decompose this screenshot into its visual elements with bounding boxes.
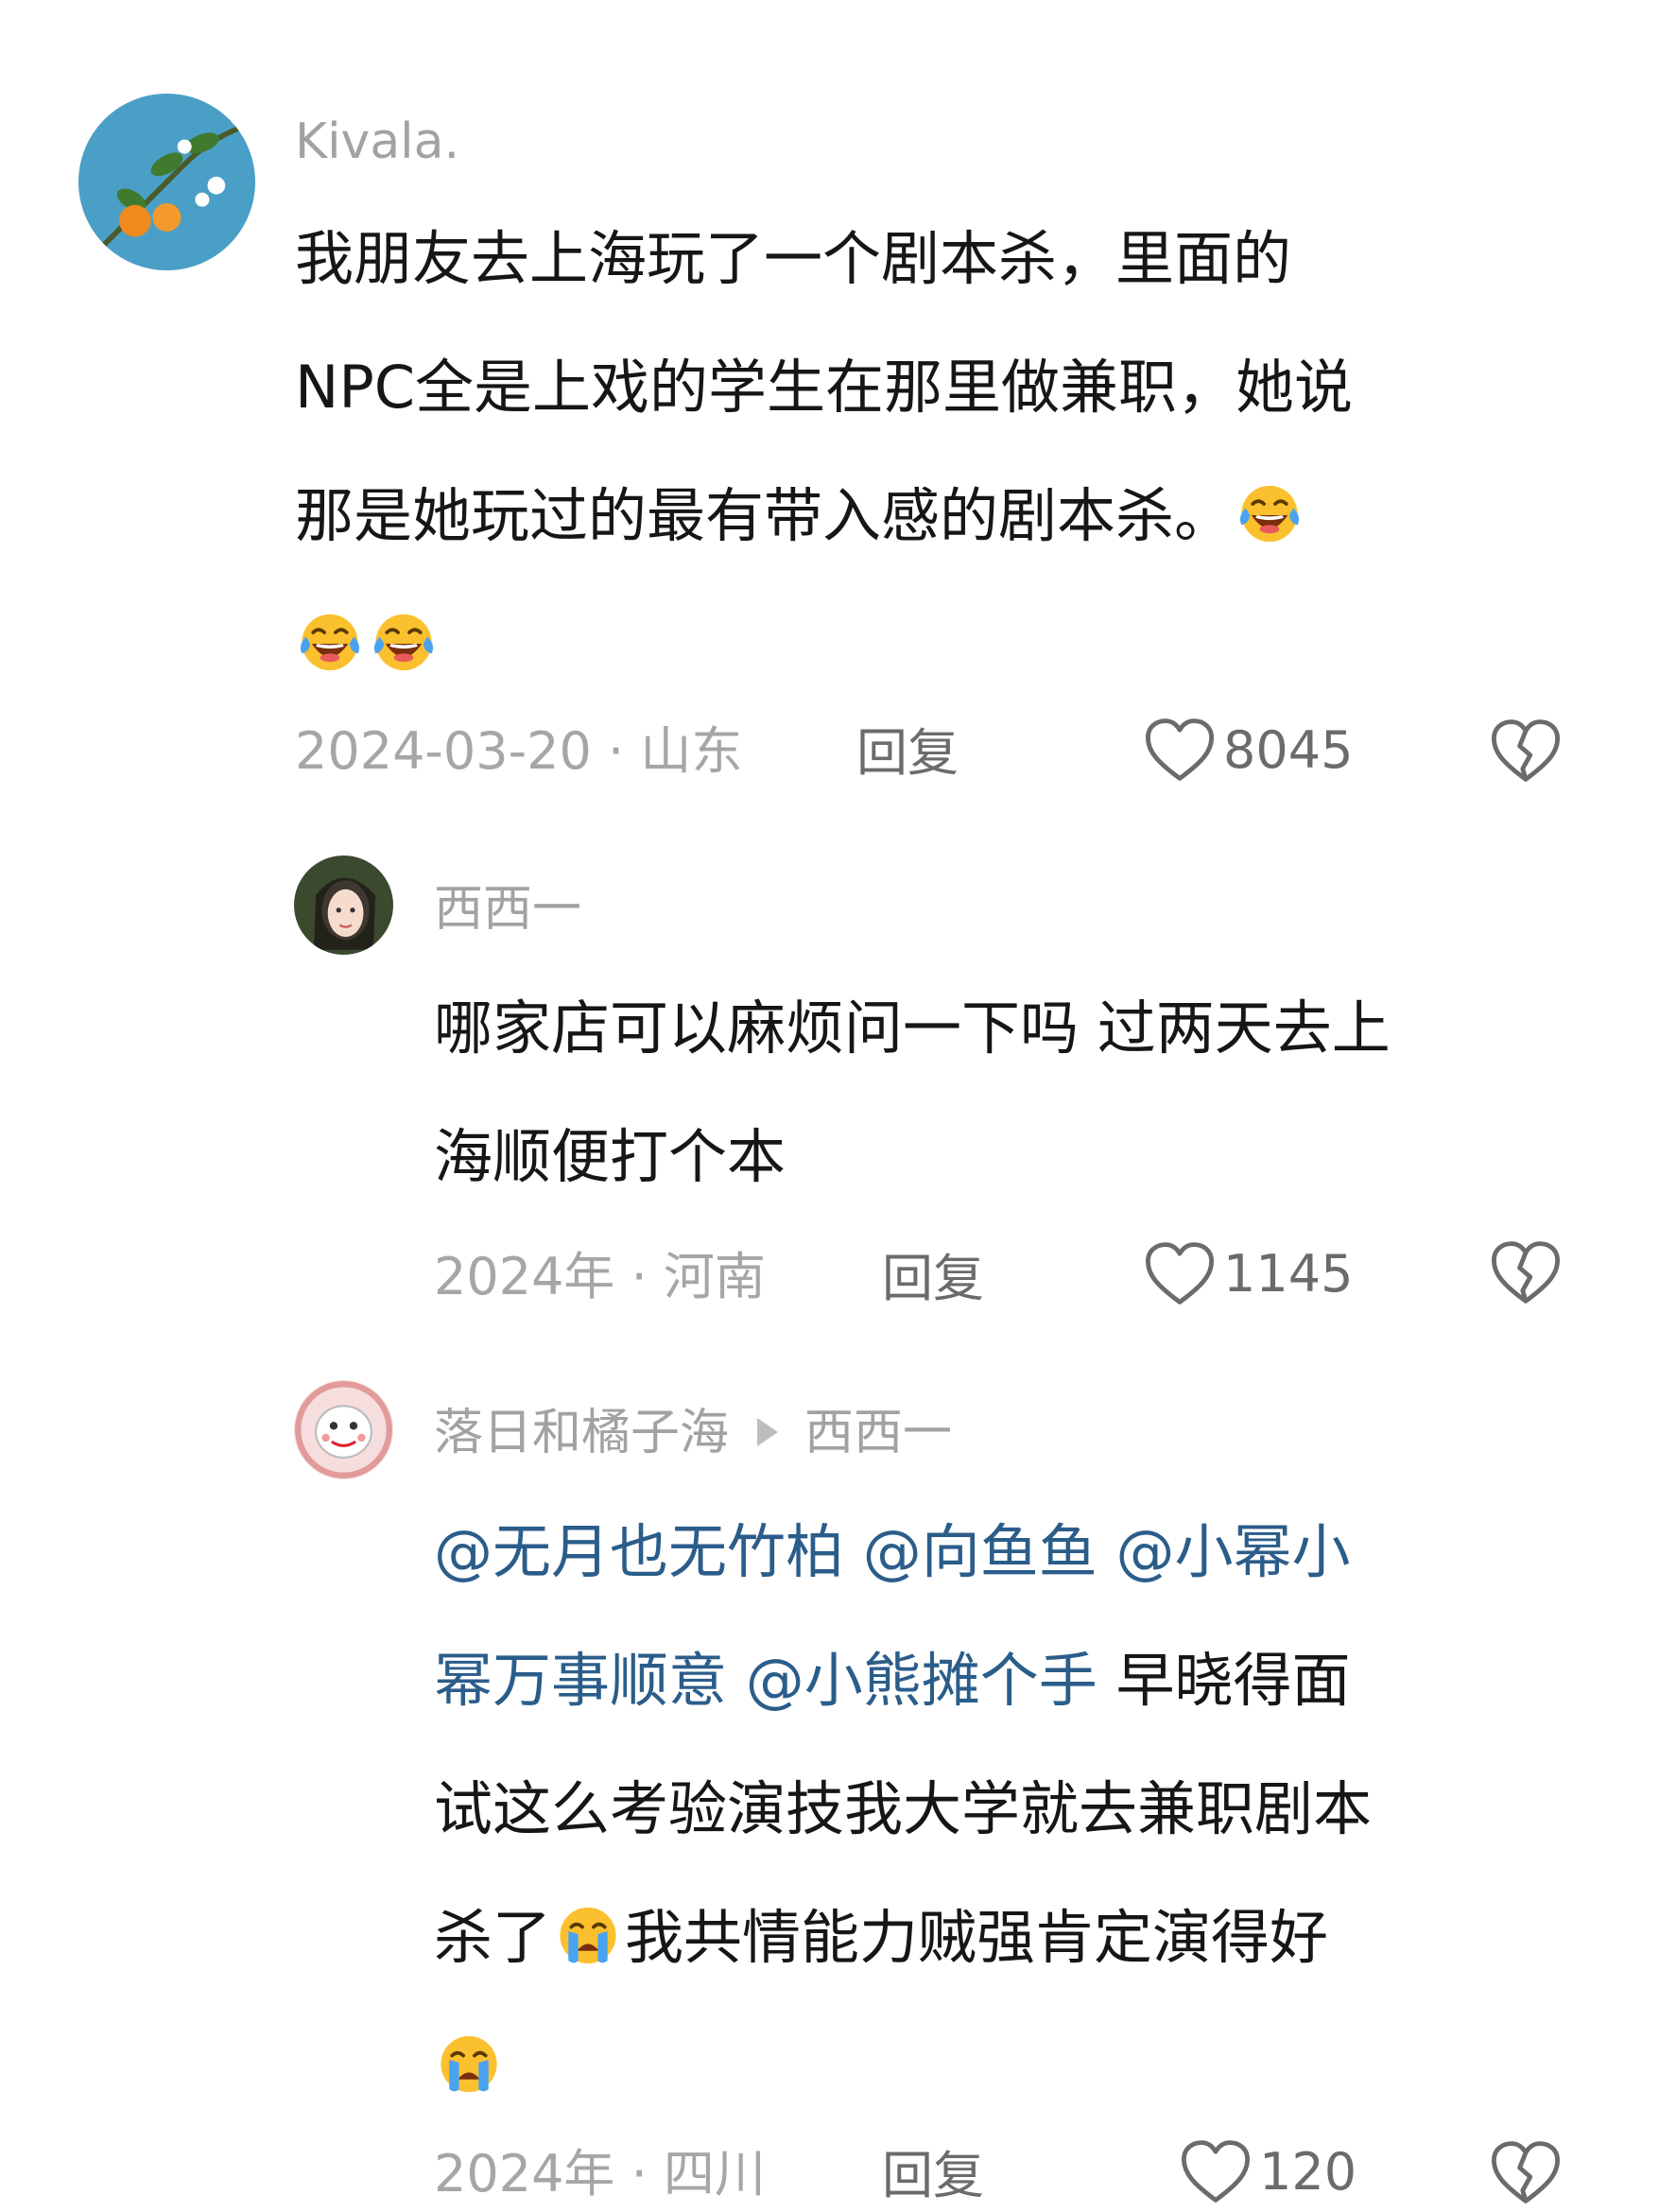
laughing-tears-emoji-icon: [369, 606, 439, 676]
comment-username[interactable]: 西西一: [434, 879, 581, 940]
comment-line: 早晓得面: [1097, 1646, 1351, 1715]
broken-heart-icon[interactable]: [1488, 1236, 1564, 1308]
comment-meta: 2024-03-20 · 山东: [295, 721, 743, 781]
like-button[interactable]: 1145: [1142, 1240, 1353, 1306]
crying-emoji-icon: [434, 2028, 504, 2098]
crying-emoji-icon: [553, 1899, 623, 1969]
reply-to-username[interactable]: 西西一: [804, 1405, 952, 1461]
mention-link[interactable]: 幂万事顺意: [434, 1646, 727, 1715]
broken-heart-icon[interactable]: [1488, 2136, 1564, 2208]
broken-heart-icon[interactable]: [1488, 715, 1564, 786]
comment-username[interactable]: Kivala.: [295, 112, 459, 172]
reply-button[interactable]: 回复: [856, 720, 959, 786]
like-count: 1145: [1223, 1243, 1354, 1304]
comment-username[interactable]: 落日和橘子海 西西一: [434, 1403, 952, 1463]
mention-link[interactable]: @小幂小: [1115, 1517, 1350, 1586]
comment-meta: 2024年 · 河南: [434, 1247, 766, 1306]
laughing-tears-emoji-icon: [1235, 477, 1305, 547]
mention-link[interactable]: @无月也无竹柏: [434, 1517, 844, 1586]
comment-line: 那是她玩过的最有带入感的剧本杀。: [295, 481, 1234, 550]
laughing-tears-emoji-icon: [295, 606, 365, 676]
heart-icon: [1142, 715, 1218, 785]
comment-text: @无月也无竹柏 @向鱼鱼 @小幂小 幂万事顺意 @小熊摊个手 早晓得面 试这么考…: [434, 1488, 1616, 2131]
comment-meta: 2024年 · 四川: [434, 2144, 766, 2203]
username-text[interactable]: 落日和橘子海: [434, 1405, 729, 1461]
mention-link[interactable]: @向鱼鱼: [863, 1517, 1097, 1586]
comment-text: 我朋友去上海玩了一个剧本杀，里面的 NPC全是上戏的学生在那里做兼职，她说 那是…: [295, 195, 1562, 709]
comment-line: NPC全是上戏的学生在那里做兼职，她说: [295, 353, 1354, 422]
avatar[interactable]: [294, 855, 393, 955]
comment-text: 哪家店可以麻烦问一下吗 过两天去上 海顺便打个本: [434, 964, 1568, 1221]
like-count: 8045: [1223, 719, 1354, 780]
avatar[interactable]: [294, 1380, 393, 1479]
comment-line: 海顺便打个本: [434, 1122, 786, 1191]
avatar[interactable]: [78, 94, 255, 270]
mention-link[interactable]: @小熊摊个手: [746, 1646, 1097, 1715]
like-button[interactable]: 120: [1178, 2138, 1357, 2204]
like-count: 120: [1259, 2141, 1357, 2202]
reply-button[interactable]: 回复: [882, 2143, 984, 2209]
comment-line: 我朋友去上海玩了一个剧本杀，里面的: [295, 224, 1292, 293]
heart-icon: [1142, 1238, 1218, 1308]
comment-line: 杀了: [434, 1903, 552, 1972]
comment-line: 试这么考验演技我大学就去兼职剧本: [434, 1774, 1373, 1843]
comment-line: 我共情能力贼强肯定演得好: [625, 1903, 1329, 1972]
comment-line: 哪家店可以麻烦问一下吗 过两天去上: [434, 994, 1391, 1063]
reply-arrow-icon: [757, 1418, 779, 1446]
like-button[interactable]: 8045: [1142, 717, 1353, 783]
heart-icon: [1178, 2136, 1253, 2206]
reply-button[interactable]: 回复: [882, 1246, 984, 1312]
